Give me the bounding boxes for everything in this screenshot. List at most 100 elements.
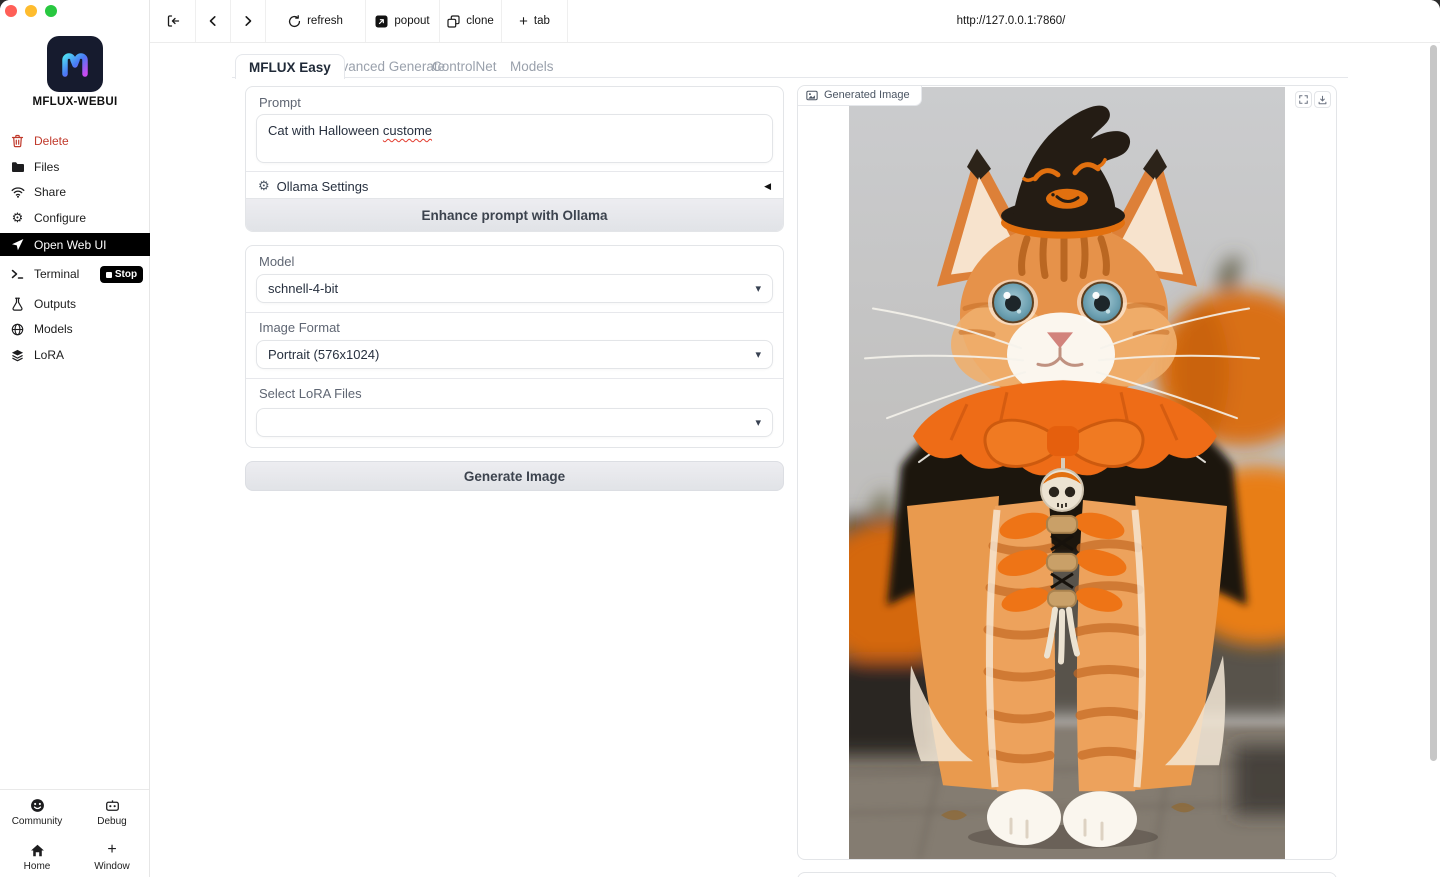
layers-icon [10,348,25,363]
fullscreen-button[interactable] [1295,91,1312,108]
window-label: Window [94,861,130,872]
sidebar-item-label: Open Web UI [34,238,106,252]
tab-models[interactable]: Models [510,59,554,74]
app-logo [47,36,103,92]
panel-divider [246,312,783,313]
sidebar-item-lora[interactable]: LoRA [0,344,150,366]
ollama-settings-accordion[interactable]: ⚙ Ollama Settings ◀ [246,172,783,200]
folder-icon [10,160,25,175]
prompt-text: Cat with Halloween [268,123,383,138]
model-label: Model [259,254,294,269]
model-dropdown[interactable]: schnell-4-bit ▾ [256,274,773,303]
debug-button[interactable]: Debug [81,792,143,832]
minimize-window-button[interactable] [25,5,37,17]
chevron-down-icon: ▾ [755,282,761,295]
generate-image-button[interactable]: Generate Image [245,461,784,491]
sidebar-footer-divider [0,789,149,790]
fullscreen-icon [1299,95,1308,104]
home-icon [29,842,45,858]
sidebar-item-label: Terminal [34,267,79,281]
popout-label: popout [394,15,429,27]
lora-files-dropdown[interactable]: ▾ [256,408,773,437]
download-icon [1318,95,1327,105]
settings-panel: Model schnell-4-bit ▾ Image Format Portr… [245,245,784,448]
new-tab-button[interactable]: + tab [502,0,568,42]
sidebar-item-outputs[interactable]: Outputs [0,293,150,315]
forward-button[interactable] [231,0,266,42]
home-button[interactable]: Home [6,837,68,877]
terminal-icon [10,267,25,282]
image-format-value: Portrait (576x1024) [268,347,379,362]
send-icon [10,237,25,252]
sidebar-item-label: LoRA [34,348,64,362]
gear-icon: ⚙ [258,178,270,194]
debug-label: Debug [97,816,126,827]
close-window-button[interactable] [5,5,17,17]
refresh-button[interactable]: refresh [266,0,366,42]
generated-image[interactable] [849,87,1285,860]
sidebar-item-label: Models [34,322,73,336]
clone-button[interactable]: clone [440,0,502,42]
tab-label: ControlNet [432,59,497,74]
enhance-prompt-button[interactable]: Enhance prompt with Ollama [246,198,783,231]
app-window: MFLUX-WEBUI Delete Files Share ⚙ Configu… [0,0,1440,877]
panel-divider [246,378,783,379]
stop-button-label: Stop [115,269,137,280]
url-bar[interactable]: http://127.0.0.1:7860/ [568,0,1440,42]
tabbar-divider [232,77,1348,78]
sidebar-item-label: Share [34,185,66,199]
plus-icon: + [104,842,120,858]
community-label: Community [12,816,63,827]
trash-icon [10,134,25,149]
flask-icon [10,297,25,312]
community-button[interactable]: Community [6,792,68,832]
ollama-settings-label: Ollama Settings [277,179,369,194]
clone-label: clone [466,15,494,27]
sidebar-item-models[interactable]: Models [0,318,150,340]
sidebar-item-label: Delete [34,134,69,148]
prompt-misspelled-word: custome [383,123,432,138]
chevron-down-icon: ▾ [755,348,761,361]
collapse-sidebar-button[interactable] [150,0,196,42]
popout-button[interactable]: popout [366,0,440,42]
accordion-collapse-icon: ◀ [764,181,771,192]
download-button[interactable] [1314,91,1331,108]
new-tab-label: tab [534,15,550,27]
prompt-label: Prompt [259,95,301,110]
sidebar-item-delete[interactable]: Delete [0,130,150,152]
stop-button[interactable]: Stop [100,266,143,283]
refresh-label: refresh [307,15,343,27]
app-title: MFLUX-WEBUI [0,96,150,108]
generated-image-label: Generated Image [824,89,910,101]
new-window-button[interactable]: + Window [81,837,143,877]
browser-toolbar: refresh popout clone + tab http://127.0.… [150,0,1440,43]
wifi-icon [10,185,25,200]
tab-label: Models [510,59,554,74]
image-format-dropdown[interactable]: Portrait (576x1024) ▾ [256,340,773,369]
generate-image-label: Generate Image [464,469,565,484]
enhance-prompt-label: Enhance prompt with Ollama [421,208,607,223]
generated-image-chip: Generated Image [798,86,922,106]
new-tab-icon: + [519,15,528,28]
tab-controlnet[interactable]: ControlNet [432,59,497,74]
window-controls [5,5,57,17]
smiley-icon [29,797,45,813]
gear-icon: ⚙ [10,211,25,226]
sidebar-item-label: Outputs [34,297,76,311]
back-button[interactable] [196,0,231,42]
prompt-input[interactable]: Cat with Halloween custome [256,114,773,163]
sidebar-item-configure[interactable]: ⚙ Configure [0,207,150,229]
model-value: schnell-4-bit [268,281,338,296]
zoom-window-button[interactable] [45,5,57,17]
page-scrollbar[interactable] [1430,45,1437,761]
home-label: Home [24,861,51,872]
tab-mflux-easy[interactable]: MFLUX Easy [235,54,345,79]
collapse-sidebar-icon [166,14,180,28]
sidebar-item-open-web-ui[interactable]: Open Web UI [0,233,150,256]
sidebar: MFLUX-WEBUI Delete Files Share ⚙ Configu… [0,0,150,877]
refresh-icon [288,15,301,28]
sidebar-item-label: Configure [34,211,86,225]
back-icon [207,15,219,27]
sidebar-item-share[interactable]: Share [0,181,150,203]
sidebar-item-files[interactable]: Files [0,156,150,178]
